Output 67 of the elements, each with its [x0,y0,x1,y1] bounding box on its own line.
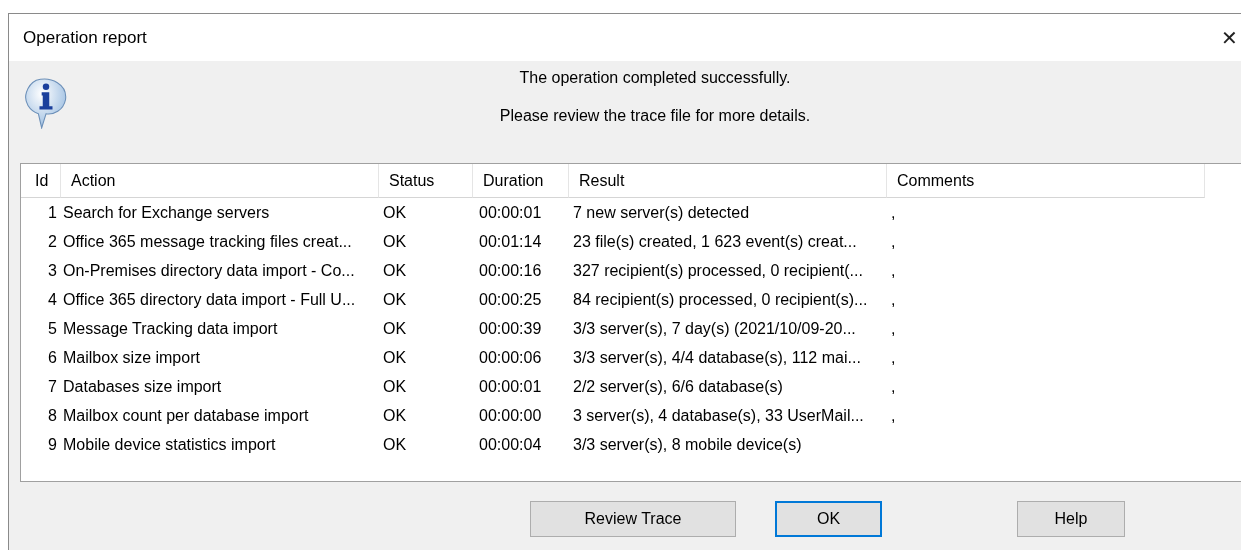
table-cell-text: 3 server(s), 4 database(s), 33 UserMail... [572,405,865,426]
table-cell-text: 6 [47,347,58,368]
table-cell-text: 3 [47,260,58,281]
table-cell-text: 00:00:39 [478,318,543,339]
table-cell-text: , [890,405,897,426]
table-cell-text: Search for Exchange servers [62,202,271,223]
column-header[interactable]: Result [569,164,887,198]
table-cell-text: On-Premises directory data import - Co... [62,260,356,281]
table-cell-text: 7 new server(s) detected [572,202,751,223]
table-cell-text: 1 [47,202,58,223]
table-cell-text: OK [382,289,408,310]
table-cell-text: OK [382,347,408,368]
message-text: Please review the trace file for more details. [499,107,811,125]
table-cell-text: 2/2 server(s), 6/6 database(s) [572,376,784,397]
table-cell-text: Databases size import [62,376,223,397]
table-cell-text: Mobile device statistics import [62,434,277,455]
table-cell-text: 2 [47,231,58,252]
table-cell-text: 00:00:25 [478,289,543,310]
table-cell-text: 3/3 server(s), 8 mobile device(s) [572,434,803,455]
table-cell-text: Mailbox size import [62,347,201,368]
table-cell-text: 3/3 server(s), 7 day(s) (2021/10/09-20... [572,318,857,339]
message-text: The operation completed successfully. [519,69,791,87]
table-cell-text: 00:00:00 [478,405,543,426]
table-cell-text: OK [382,318,408,339]
table-cell-text: 84 recipient(s) processed, 0 recipient(s)... [572,289,869,310]
table-cell-text: OK [382,405,408,426]
table-cell-text: Message Tracking data import [62,318,279,339]
table-cell-text: , [890,376,897,397]
close-button[interactable]: ✕ [1209,17,1241,58]
column-header[interactable]: Duration [473,164,569,198]
column-header[interactable]: Comments [887,164,1205,198]
table-cell-text: OK [382,260,408,281]
table-cell-text: , [890,318,897,339]
column-header[interactable]: Action [61,164,379,198]
table-cell-text: 00:00:16 [478,260,543,281]
table-cell-text: Mailbox count per database import [62,405,310,426]
table-cell-text: OK [382,202,408,223]
table-cell-text: 00:00:04 [478,434,543,455]
table-cell-text: OK [382,434,408,455]
table-cell-text: Office 365 directory data import - Full U... [62,289,357,310]
table-cell-text: 327 recipient(s) processed, 0 recipient(... [572,260,864,281]
table-cell-text: , [890,202,897,223]
table-cell-text: , [890,231,897,252]
table-cell-text: OK [382,376,408,397]
column-header[interactable]: Id [21,164,61,198]
column-header[interactable]: Status [379,164,473,198]
table-cell-text: Office 365 message tracking files creat... [62,231,353,252]
table-cell-text: 00:01:14 [478,231,543,252]
table-cell-text: , [890,347,897,368]
info-icon [23,77,69,129]
table-cell-text: 23 file(s) created, 1 623 event(s) creat... [572,231,858,252]
table-cell-text: , [890,260,897,281]
window-title: Operation report [23,27,147,48]
table-cell-text: 00:00:01 [478,376,543,397]
table-cell-text: OK [382,231,408,252]
table-cell-text: 00:00:06 [478,347,543,368]
table-cell-text: 7 [47,376,58,397]
table-cell-text: 00:00:01 [478,202,543,223]
dialog-button[interactable]: Review Trace [530,501,736,537]
table-cell-text: , [890,289,897,310]
table-cell-text: 9 [47,434,58,455]
table-cell-text: 5 [47,318,58,339]
table-cell-text: 4 [47,289,58,310]
table-cell-text: 3/3 server(s), 4/4 database(s), 112 mai... [572,347,862,368]
dialog-button[interactable]: Help [1017,501,1125,537]
table-cell-text: 8 [47,405,58,426]
dialog-button[interactable]: OK [775,501,882,537]
